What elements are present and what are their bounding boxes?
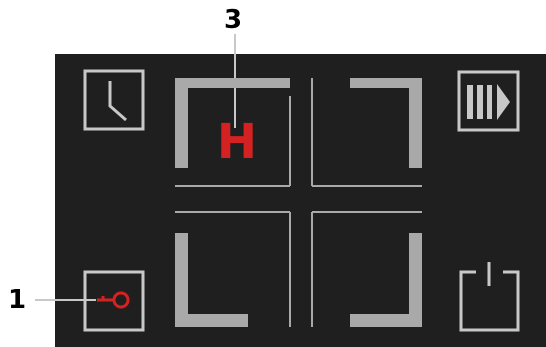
cooking-zone-bottom-left[interactable] — [175, 211, 291, 327]
cooking-zone-top-right[interactable] — [311, 78, 422, 187]
cooking-zone-bottom-right[interactable] — [311, 211, 422, 327]
panel-graphics — [35, 34, 520, 332]
boost-icon[interactable] — [457, 70, 520, 132]
power-icon[interactable] — [459, 262, 520, 332]
zone-residual-heat-indicator: H — [216, 114, 258, 170]
clock-icon[interactable] — [83, 69, 145, 131]
